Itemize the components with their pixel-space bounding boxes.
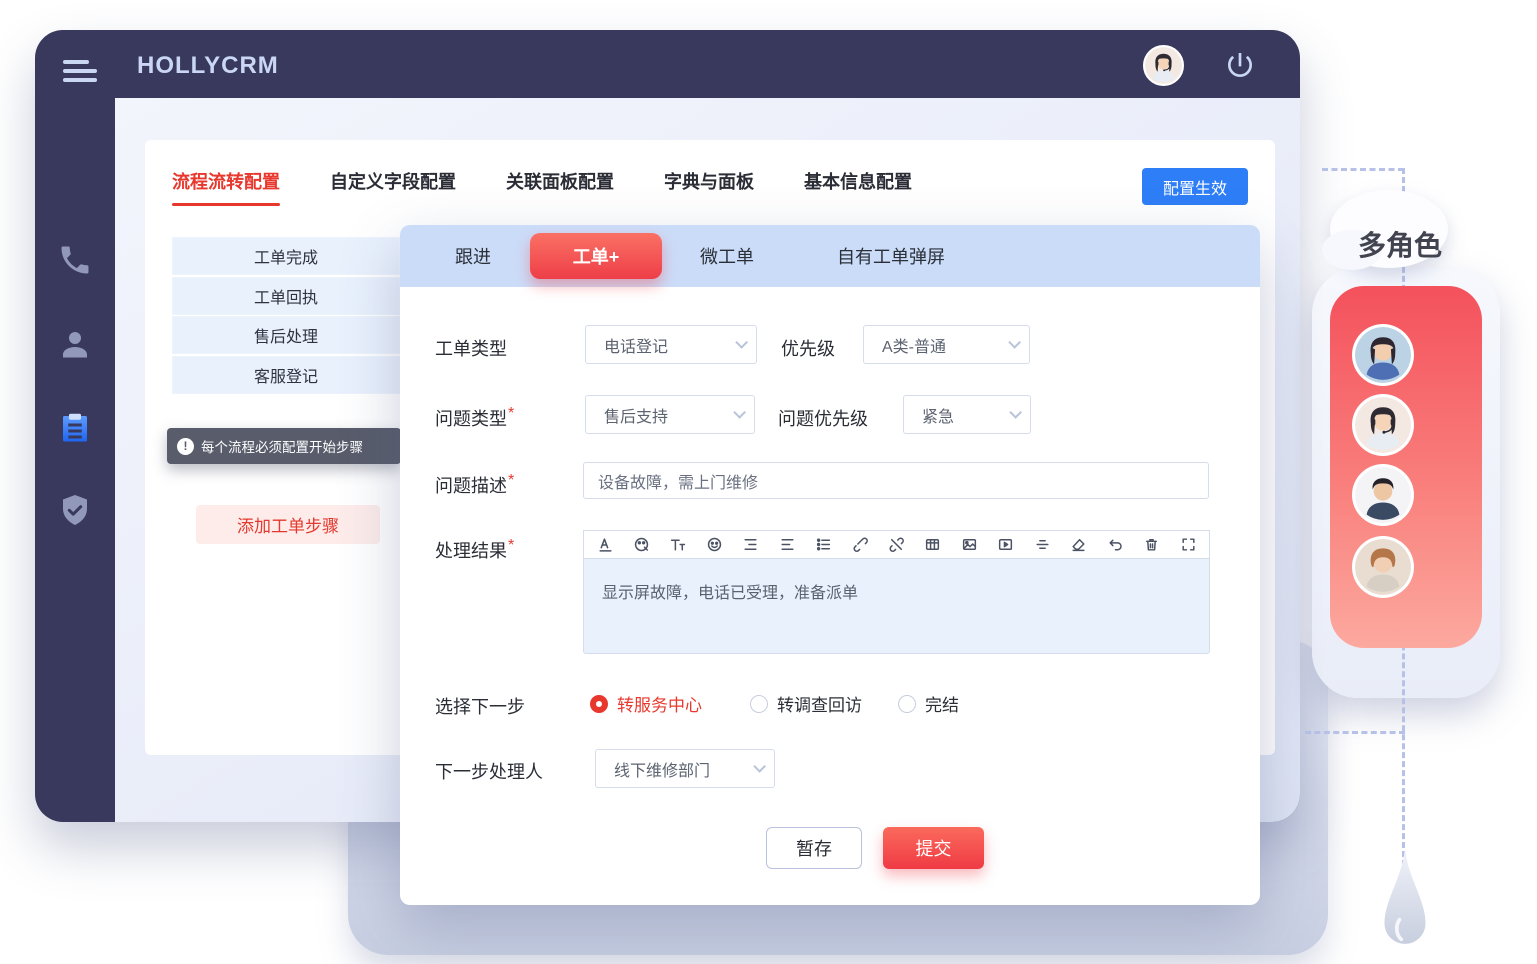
dashed-guide-line — [1305, 731, 1405, 734]
dashed-guide-line — [1322, 168, 1404, 171]
next-handler-label: 下一步处理人 — [435, 758, 543, 784]
modal-tab-bar: 跟进 工单+ 微工单 自有工单弹屏 — [400, 225, 1260, 287]
ticket-type-select[interactable]: 电话登记 — [585, 325, 757, 364]
modal-tab-popup-ticket[interactable]: 自有工单弹屏 — [837, 225, 945, 287]
list-item-after-sales[interactable]: 售后处理 — [172, 316, 400, 354]
save-draft-button[interactable]: 暂存 — [766, 827, 862, 869]
ticket-form-modal: 跟进 工单+ 微工单 自有工单弹屏 工单类型 电话登记 优先级 A类-普通 问题… — [400, 225, 1260, 905]
chevron-down-icon — [733, 406, 746, 419]
issue-priority-select[interactable]: 紧急 — [903, 395, 1031, 434]
chevron-down-icon — [753, 760, 766, 773]
menu-icon[interactable] — [63, 60, 97, 84]
radio-transfer-service-center[interactable]: 转服务中心 — [590, 691, 702, 716]
list-item-ticket-receipt[interactable]: 工单回执 — [172, 277, 400, 315]
required-mark: * — [508, 537, 514, 554]
eraser-icon[interactable] — [1070, 536, 1088, 554]
undo-icon[interactable] — [1106, 536, 1124, 554]
required-mark: * — [508, 472, 514, 489]
divider-icon[interactable] — [1033, 536, 1051, 554]
radio-selected-icon — [590, 695, 608, 713]
indent-icon[interactable] — [742, 536, 760, 554]
list-item-service-register[interactable]: 客服登记 — [172, 356, 400, 394]
add-step-button[interactable]: 添加工单步骤 — [196, 505, 380, 544]
clipboard-icon[interactable] — [57, 410, 93, 446]
tab-linked-panels[interactable]: 关联面板配置 — [506, 168, 614, 194]
role-avatar-3 — [1352, 464, 1414, 526]
tooltip: ! 每个流程必须配置开始步骤 — [167, 428, 401, 464]
radio-unselected-icon — [898, 695, 916, 713]
role-avatar-1 — [1352, 324, 1414, 386]
role-avatar-2 — [1352, 394, 1414, 456]
emoji-icon[interactable] — [705, 536, 723, 554]
modal-tab-ticket-plus[interactable]: 工单+ — [530, 233, 662, 279]
tooltip-text: 每个流程必须配置开始步骤 — [201, 436, 363, 456]
user-avatar[interactable] — [1143, 45, 1184, 86]
config-tab-bar: 流程流转配置 自定义字段配置 关联面板配置 字典与面板 基本信息配置 — [172, 168, 912, 194]
tab-basic-info[interactable]: 基本信息配置 — [804, 168, 912, 194]
unlink-icon[interactable] — [888, 536, 906, 554]
multi-role-panel — [1330, 286, 1482, 648]
result-label: 处理结果* — [435, 537, 514, 563]
priority-label: 优先级 — [781, 335, 835, 361]
next-step-label: 选择下一步 — [435, 693, 525, 719]
role-avatar-4 — [1352, 536, 1414, 598]
ticket-type-label: 工单类型 — [435, 335, 507, 361]
video-icon[interactable] — [997, 536, 1015, 554]
modal-tab-follow-up[interactable]: 跟进 — [455, 225, 491, 287]
table-icon[interactable] — [924, 536, 942, 554]
link-icon[interactable] — [851, 536, 869, 554]
apply-config-button[interactable]: 配置生效 — [1142, 168, 1248, 205]
radio-transfer-survey[interactable]: 转调查回访 — [750, 691, 862, 716]
shield-check-icon[interactable] — [57, 492, 93, 528]
issue-type-select[interactable]: 售后支持 — [585, 395, 755, 434]
rich-text-toolbar — [583, 530, 1210, 558]
power-icon[interactable] — [1224, 49, 1256, 81]
issue-priority-label: 问题优先级 — [778, 405, 868, 431]
next-handler-select[interactable]: 线下维修部门 — [595, 749, 775, 788]
image-icon[interactable] — [960, 536, 978, 554]
delete-icon[interactable] — [1143, 536, 1161, 554]
radio-finish[interactable]: 完结 — [898, 691, 959, 716]
issue-type-label: 问题类型* — [435, 405, 514, 431]
issue-desc-label: 问题描述* — [435, 472, 514, 498]
font-size-icon[interactable] — [669, 536, 687, 554]
list-item-ticket-complete[interactable]: 工单完成 — [172, 237, 400, 275]
user-icon[interactable] — [57, 326, 93, 362]
result-textarea[interactable] — [583, 558, 1210, 654]
radio-unselected-icon — [750, 695, 768, 713]
tab-custom-fields[interactable]: 自定义字段配置 — [330, 168, 456, 194]
issue-desc-input[interactable] — [583, 462, 1209, 499]
fullscreen-icon[interactable] — [1179, 536, 1197, 554]
text-style-icon[interactable] — [596, 536, 614, 554]
exclamation-icon: ! — [177, 438, 194, 455]
palette-icon[interactable] — [632, 536, 650, 554]
align-left-icon[interactable] — [778, 536, 796, 554]
required-mark: * — [508, 405, 514, 422]
tab-dictionary-panel[interactable]: 字典与面板 — [664, 168, 754, 194]
chevron-down-icon — [735, 336, 748, 349]
workflow-step-list: 工单完成 工单回执 售后处理 客服登记 — [172, 237, 400, 395]
priority-select[interactable]: A类-普通 — [863, 325, 1030, 364]
multi-role-label: 多角色 — [1358, 224, 1442, 264]
chevron-down-icon — [1008, 336, 1021, 349]
modal-tab-micro-ticket[interactable]: 微工单 — [700, 225, 754, 287]
list-icon[interactable] — [815, 536, 833, 554]
brand-logo: HOLLYCRM — [137, 52, 279, 80]
tab-process-flow[interactable]: 流程流转配置 — [172, 168, 280, 194]
chevron-down-icon — [1009, 406, 1022, 419]
submit-button[interactable]: 提交 — [883, 827, 984, 869]
teardrop-shape — [1377, 842, 1433, 960]
phone-icon[interactable] — [57, 242, 93, 278]
